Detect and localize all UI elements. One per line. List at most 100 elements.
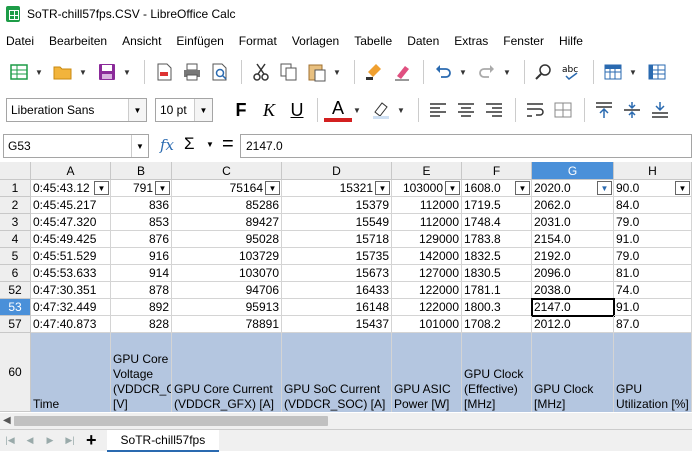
chevron-down-icon[interactable]: ▼ bbox=[332, 59, 342, 85]
table-cell[interactable]: 0:47:32.449 bbox=[31, 299, 111, 316]
table-cell[interactable]: 1708.2 bbox=[462, 316, 532, 333]
table-cell[interactable]: 79.0 bbox=[614, 248, 692, 265]
chevron-down-icon[interactable]: ▼ bbox=[78, 59, 88, 85]
row-header[interactable]: 5 bbox=[0, 248, 31, 265]
align-middle-icon[interactable] bbox=[619, 97, 645, 123]
table-cell[interactable]: 2038.0 bbox=[532, 282, 614, 299]
scrollbar-thumb[interactable] bbox=[14, 416, 328, 426]
table-cell[interactable]: 2012.0 bbox=[532, 316, 614, 333]
header-cell[interactable]: GPU Core Voltage (VDDCR_GFX) [V] bbox=[111, 333, 172, 412]
table-cell[interactable]: 87.0 bbox=[614, 316, 692, 333]
menu-einfuegen[interactable]: Einfügen bbox=[176, 34, 223, 48]
font-size-combo[interactable]: 10 pt ▼ bbox=[155, 98, 213, 122]
table-cell[interactable]: 2062.0 bbox=[532, 197, 614, 214]
row-header[interactable]: 4 bbox=[0, 231, 31, 248]
table-cell[interactable]: 0:47:40.873 bbox=[31, 316, 111, 333]
open-folder-icon[interactable] bbox=[50, 59, 76, 85]
table-cell[interactable]: 78891 bbox=[172, 316, 282, 333]
menu-hilfe[interactable]: Hilfe bbox=[559, 34, 583, 48]
table-cell[interactable]: 2031.0 bbox=[532, 214, 614, 231]
table-cell[interactable]: 74.0 bbox=[614, 282, 692, 299]
table-cell[interactable]: 16433 bbox=[282, 282, 392, 299]
table-cell[interactable]: 1832.5 bbox=[462, 248, 532, 265]
last-sheet-icon[interactable]: ▶| bbox=[60, 435, 80, 446]
table-cell[interactable]: 0:45:45.217 bbox=[31, 197, 111, 214]
autofilter-dropdown-icon[interactable]: ▼ bbox=[155, 181, 170, 195]
table-cell[interactable]: 95028 bbox=[172, 231, 282, 248]
italic-button[interactable]: K bbox=[255, 97, 283, 123]
table-cell[interactable]: 876 bbox=[111, 231, 172, 248]
align-right-icon[interactable] bbox=[481, 97, 507, 123]
formula-input[interactable]: 2147.0 bbox=[240, 134, 692, 158]
export-pdf-icon[interactable] bbox=[151, 59, 177, 85]
header-cell[interactable]: Time bbox=[31, 333, 111, 412]
menu-ansicht[interactable]: Ansicht bbox=[122, 34, 161, 48]
autofilter-dropdown-icon[interactable]: ▼ bbox=[445, 181, 460, 195]
table-cell[interactable]: 129000 bbox=[392, 231, 462, 248]
clone-formatting-icon[interactable] bbox=[361, 59, 387, 85]
column-header-d[interactable]: D bbox=[282, 162, 392, 180]
table-cell[interactable]: 84.0 bbox=[614, 197, 692, 214]
redo-icon[interactable] bbox=[474, 59, 500, 85]
table-cell[interactable]: 15735 bbox=[282, 248, 392, 265]
print-preview-icon[interactable] bbox=[207, 59, 233, 85]
autofilter-dropdown-icon[interactable]: ▼ bbox=[515, 181, 530, 195]
chevron-down-icon[interactable]: ▼ bbox=[34, 59, 44, 85]
table-cell[interactable]: 15718 bbox=[282, 231, 392, 248]
table-cell[interactable]: 142000 bbox=[392, 248, 462, 265]
table-cell[interactable]: 15379 bbox=[282, 197, 392, 214]
column-header-e[interactable]: E bbox=[392, 162, 462, 180]
chevron-down-icon[interactable]: ▼ bbox=[628, 59, 638, 85]
align-left-icon[interactable] bbox=[425, 97, 451, 123]
find-replace-icon[interactable] bbox=[531, 59, 557, 85]
chevron-down-icon[interactable]: ▼ bbox=[458, 59, 468, 85]
table-cell[interactable]: 836 bbox=[111, 197, 172, 214]
table-cell[interactable]: 94706 bbox=[172, 282, 282, 299]
table-cell[interactable]: 0:45:47.320 bbox=[31, 214, 111, 231]
chevron-down-icon[interactable]: ▼ bbox=[122, 59, 132, 85]
header-cell[interactable]: GPU ASIC Power [W] bbox=[392, 333, 462, 412]
column-header-g[interactable]: G bbox=[532, 162, 614, 180]
table-cell[interactable]: 878 bbox=[111, 282, 172, 299]
row-header[interactable]: 60 bbox=[0, 333, 31, 412]
autofilter-dropdown-icon[interactable]: ▼ bbox=[675, 181, 690, 195]
row-header[interactable]: 6 bbox=[0, 265, 31, 282]
row-header[interactable]: 1 bbox=[0, 180, 31, 197]
header-cell[interactable]: GPU Core Current (VDDCR_GFX) [A] bbox=[172, 333, 282, 412]
new-document-icon[interactable] bbox=[6, 59, 32, 85]
menu-tabelle[interactable]: Tabelle bbox=[354, 34, 392, 48]
sheet-tab[interactable]: SoTR-chill57fps bbox=[106, 429, 220, 452]
undo-icon[interactable] bbox=[430, 59, 456, 85]
table-cell[interactable]: 91.0 bbox=[614, 231, 692, 248]
table-cell[interactable]: 16148 bbox=[282, 299, 392, 316]
table-cell[interactable]: 15549 bbox=[282, 214, 392, 231]
table-cell[interactable]: 853 bbox=[111, 214, 172, 231]
save-icon[interactable] bbox=[94, 59, 120, 85]
column-header-f[interactable]: F bbox=[462, 162, 532, 180]
header-cell[interactable]: GPU SoC Current (VDDCR_SOC) [A] bbox=[282, 333, 392, 412]
chevron-down-icon[interactable]: ▼ bbox=[352, 97, 362, 123]
print-icon[interactable] bbox=[179, 59, 205, 85]
table-cell[interactable]: 112000 bbox=[392, 214, 462, 231]
table-cell[interactable]: 1719.5 bbox=[462, 197, 532, 214]
menu-vorlagen[interactable]: Vorlagen bbox=[292, 34, 339, 48]
cut-icon[interactable] bbox=[248, 59, 274, 85]
scroll-left-icon[interactable]: ◀ bbox=[3, 415, 11, 426]
row-header[interactable]: 52 bbox=[0, 282, 31, 299]
add-sheet-icon[interactable]: + bbox=[86, 430, 97, 451]
table-cell[interactable]: 0:47:30.351 bbox=[31, 282, 111, 299]
formula-equals-icon[interactable]: = bbox=[222, 133, 234, 156]
header-cell[interactable]: GPU Utilization [%] bbox=[614, 333, 692, 412]
table-cell[interactable]: 1830.5 bbox=[462, 265, 532, 282]
autofilter-dropdown-icon[interactable]: ▼ bbox=[597, 181, 612, 195]
table-cell[interactable]: 0:45:51.529 bbox=[31, 248, 111, 265]
table-cell[interactable]: 1781.1 bbox=[462, 282, 532, 299]
row-header[interactable]: 57 bbox=[0, 316, 31, 333]
highlight-color-icon[interactable] bbox=[368, 97, 394, 123]
autofilter-dropdown-icon[interactable]: ▼ bbox=[94, 181, 109, 195]
table-cell[interactable]: 103729 bbox=[172, 248, 282, 265]
table-cell[interactable]: 122000 bbox=[392, 299, 462, 316]
table-cell[interactable]: 1748.4 bbox=[462, 214, 532, 231]
table-cell[interactable]: 916 bbox=[111, 248, 172, 265]
align-bottom-icon[interactable] bbox=[647, 97, 673, 123]
